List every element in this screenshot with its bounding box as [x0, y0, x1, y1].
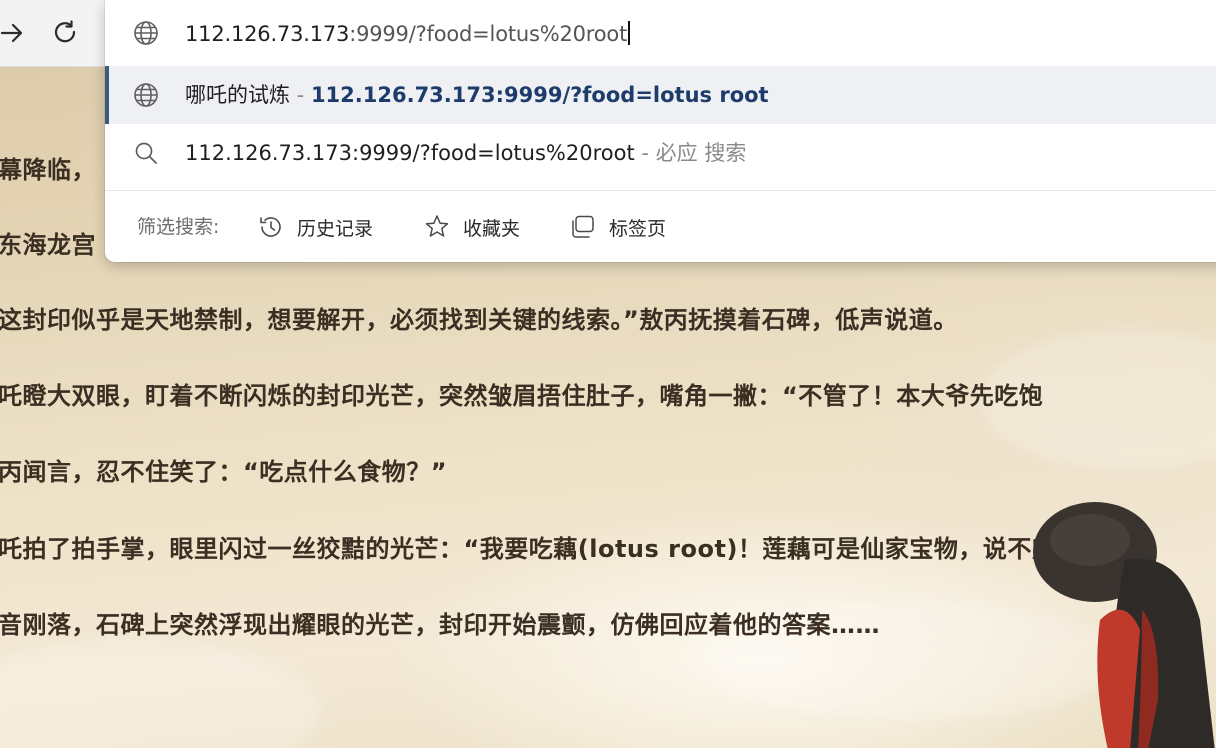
filter-history-label: 历史记录: [297, 217, 374, 240]
suggestion-engine: 必应 搜索: [655, 141, 747, 165]
suggestion-separator: -: [634, 141, 656, 165]
url-input[interactable]: 112.126.73.173:9999/?food=lotus%20root: [185, 20, 630, 46]
search-filters: 筛选搜索: 历史记录 收藏夹 标签页: [105, 190, 1216, 263]
filter-tabs-label: 标签页: [609, 217, 667, 240]
story-line: 丙闻言，忍不住笑了：“吃点什么食物？”: [0, 458, 448, 486]
refresh-button[interactable]: [46, 13, 86, 53]
refresh-icon: [54, 20, 76, 43]
story-line: 音刚落，石碑上突然浮现出耀眼的光芒，封印开始震颤，仿佛回应着他的答案……: [0, 611, 880, 639]
url-path: :9999/?food=lotus%20root: [349, 21, 628, 46]
suggestion-url: 112.126.73.173:9999/?food=lotus root: [310, 83, 769, 107]
story-line: 吒拍了拍手掌，眼里闪过一丝狡黠的光芒：“我要吃藕(lotus root)！莲藕可…: [0, 535, 1057, 563]
text-caret: [628, 20, 630, 45]
suggestion-search-item[interactable]: 112.126.73.173:9999/?food=lotus%20root -…: [105, 124, 1216, 182]
suggestion-title: 哪吒的试炼: [185, 83, 290, 107]
suggestion-separator: -: [290, 83, 311, 107]
address-bar[interactable]: 112.126.73.173:9999/?food=lotus%20root: [105, 0, 1216, 66]
tabs-icon: [572, 215, 594, 238]
browser-window: 幕降临， 东海龙宫 这封印似乎是天地禁制，想要解开，必须找到关键的线索。”敖丙抚…: [0, 0, 1216, 748]
filter-label: 筛选搜索:: [137, 216, 220, 238]
arrow-right-icon: [0, 23, 23, 43]
filter-history-button[interactable]: 历史记录: [257, 191, 373, 263]
story-line: 吒瞪大双眼，盯着不断闪烁的封印光芒，突然皱眉捂住肚子，嘴角一撇：“不管了！本大爷…: [0, 382, 1044, 410]
filter-tabs-button[interactable]: 标签页: [569, 191, 666, 263]
suggestion-history-item[interactable]: 哪吒的试炼 - 112.126.73.173:9999/?food=lotus …: [105, 66, 1216, 124]
suggestion-text: 哪吒的试炼 - 112.126.73.173:9999/?food=lotus …: [185, 66, 769, 124]
suggestion-text: 112.126.73.173:9999/?food=lotus%20root -…: [185, 124, 746, 182]
filter-favorites-label: 收藏夹: [463, 217, 521, 240]
background-cloud: [0, 640, 320, 748]
story-line: 东海龙宫: [0, 231, 96, 259]
character-illustration: [1033, 502, 1215, 748]
search-icon: [132, 139, 160, 167]
story-line: 幕降临，: [0, 156, 96, 184]
suggestion-query: 112.126.73.173:9999/?food=lotus%20root: [185, 141, 635, 165]
url-host: 112.126.73.173: [185, 21, 350, 46]
history-icon: [260, 217, 281, 237]
filter-favorites-button[interactable]: 收藏夹: [423, 191, 520, 263]
globe-icon: [132, 19, 160, 47]
address-bar-dropdown: 112.126.73.173:9999/?food=lotus%20root 哪…: [105, 0, 1216, 262]
star-icon: [425, 215, 449, 237]
forward-button[interactable]: [0, 13, 32, 53]
story-line: 这封印似乎是天地禁制，想要解开，必须找到关键的线索。”敖丙抚摸着石碑，低声说道。: [0, 306, 958, 334]
globe-icon: [132, 81, 160, 109]
